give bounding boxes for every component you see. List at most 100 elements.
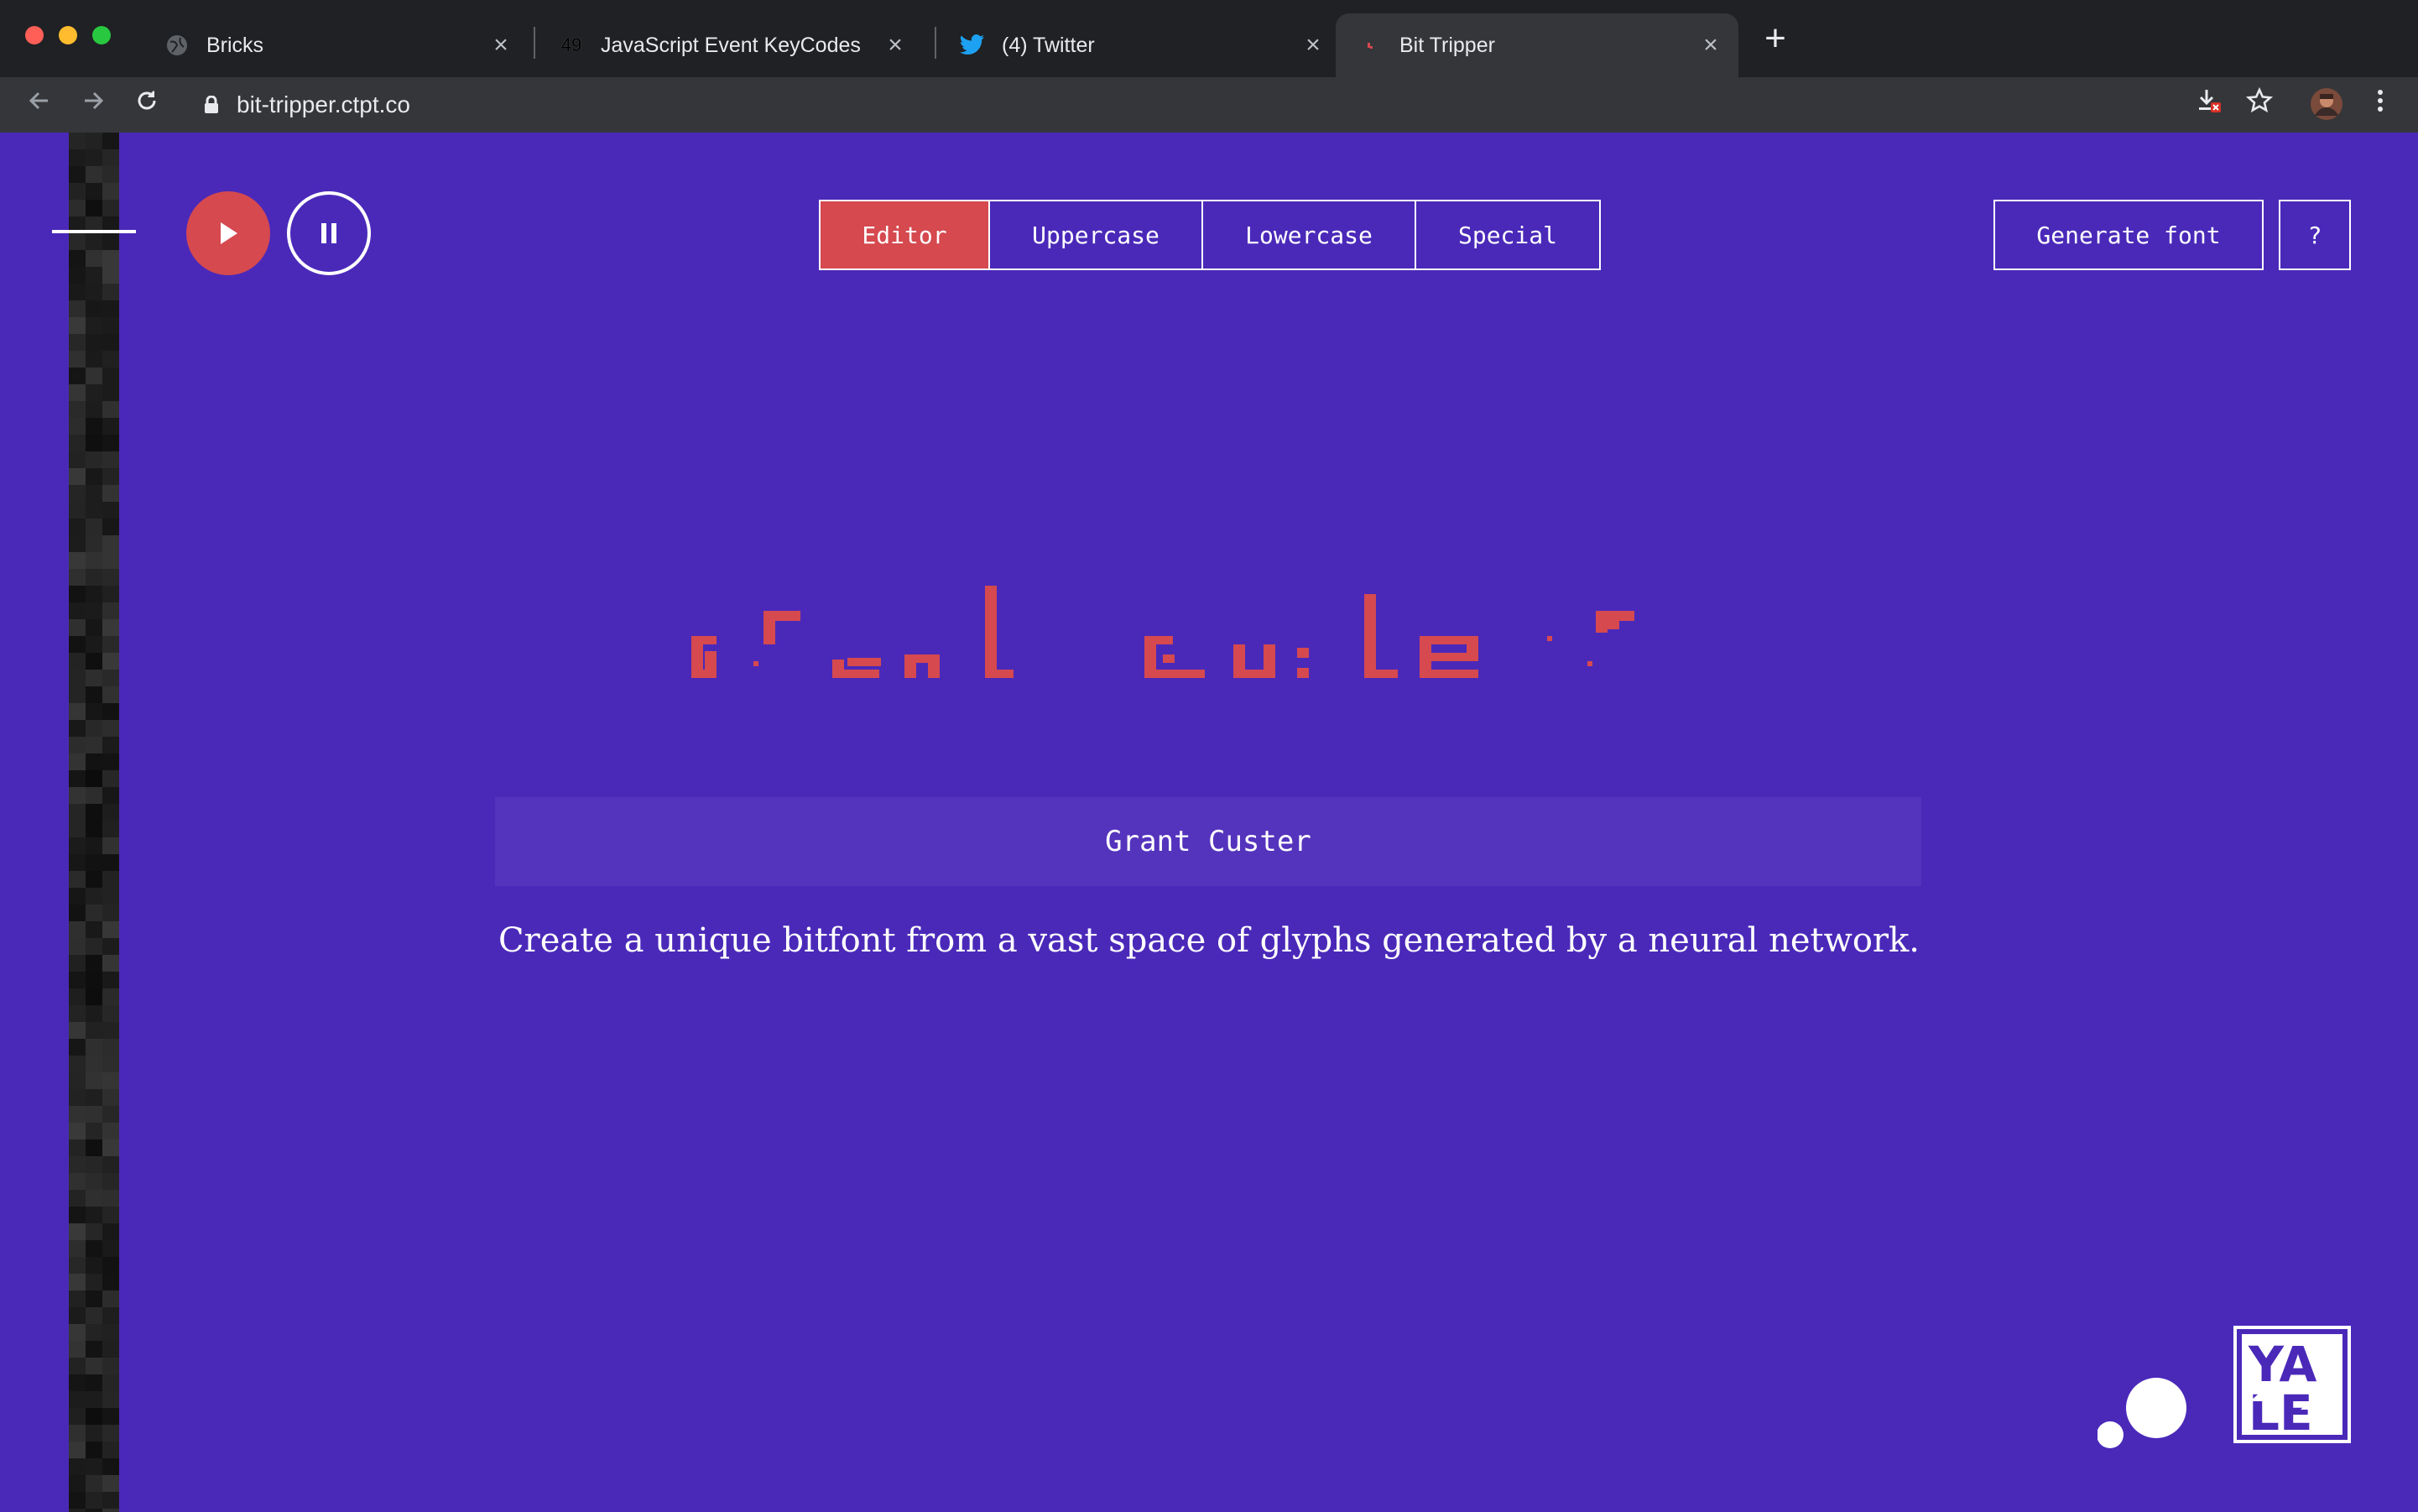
generate-font-button[interactable]: Generate font (1993, 200, 2264, 270)
strip-pixel (69, 1509, 86, 1512)
strip-pixel (102, 1022, 119, 1039)
strip-pixel (86, 1190, 102, 1207)
strip-pixel (102, 770, 119, 787)
download-blocked-icon[interactable] (2191, 87, 2227, 123)
maximize-window-button[interactable] (92, 26, 111, 44)
tagline: Create a unique bitfont from a vast spac… (498, 921, 1920, 960)
address-bar[interactable]: bit-tripper.ctpt.co (186, 84, 2351, 126)
strip-pixel (86, 1022, 102, 1039)
glyph-n (904, 654, 940, 678)
latent-space-strip[interactable] (69, 133, 119, 1512)
bookmark-star-icon[interactable] (2242, 86, 2277, 123)
strip-pixel (69, 988, 86, 1005)
strip-pixel (86, 267, 102, 284)
strip-pixel (86, 804, 102, 821)
keycode-favicon-text: 49 (560, 34, 582, 55)
strip-pixel (102, 368, 119, 384)
strip-pixel (102, 905, 119, 921)
strip-pixel (102, 619, 119, 636)
strip-pixel (69, 1223, 86, 1240)
strip-pixel (102, 686, 119, 703)
strip-pixel (86, 1123, 102, 1139)
minimize-window-button[interactable] (59, 26, 77, 44)
more-menu-icon[interactable] (2363, 87, 2398, 123)
strip-pixel (86, 1324, 102, 1341)
strip-pixel (69, 1106, 86, 1123)
progress-line (52, 230, 136, 233)
strip-pixel (102, 1458, 119, 1475)
strip-pixel (69, 602, 86, 619)
strip-pixel (86, 435, 102, 451)
strip-pixel (86, 519, 102, 535)
mode-tabs: Editor Uppercase Lowercase Special (819, 200, 1601, 270)
bit-tripper-icon (1358, 33, 1383, 58)
strip-pixel (69, 1240, 86, 1257)
strip-pixel (102, 1190, 119, 1207)
strip-pixel (102, 284, 119, 300)
strip-pixel (102, 1425, 119, 1442)
strip-pixel (69, 1039, 86, 1056)
strip-pixel (86, 133, 102, 149)
new-tab-button[interactable]: + (1760, 20, 1790, 57)
strip-pixel (69, 1139, 86, 1156)
strip-pixel (86, 368, 102, 384)
profile-avatar[interactable] (2309, 87, 2344, 123)
font-name-input[interactable] (495, 797, 1921, 886)
close-icon[interactable]: × (883, 33, 908, 58)
close-icon[interactable]: × (1698, 33, 1723, 58)
pause-button[interactable] (287, 191, 371, 275)
tab-special[interactable]: Special (1416, 201, 1599, 269)
play-button[interactable] (186, 191, 270, 275)
strip-pixel (86, 1391, 102, 1408)
strip-pixel (102, 1223, 119, 1240)
strip-pixel (69, 653, 86, 670)
tab-uppercase[interactable]: Uppercase (990, 201, 1203, 269)
strip-pixel (86, 200, 102, 216)
strip-pixel (102, 334, 119, 351)
strip-pixel (69, 871, 86, 888)
strip-pixel (69, 972, 86, 988)
strip-pixel (69, 770, 86, 787)
back-button[interactable] (22, 87, 57, 123)
strip-pixel (69, 435, 86, 451)
tab-editor[interactable]: Editor (821, 201, 990, 269)
strip-pixel (69, 787, 86, 804)
tab-bricks[interactable]: Bricks × (143, 13, 529, 77)
arrow-left-icon (29, 91, 48, 110)
strip-pixel (102, 300, 119, 317)
yale-logo-icon[interactable]: YA LE (2233, 1326, 2351, 1443)
close-icon[interactable]: × (1300, 33, 1326, 58)
keycode-icon: 49 (559, 33, 584, 58)
tab-bit-tripper[interactable]: Bit Tripper × (1336, 13, 1738, 77)
glyph-dot (1547, 636, 1552, 641)
strip-pixel (102, 804, 119, 821)
strip-pixel (86, 300, 102, 317)
strip-pixel (102, 1005, 119, 1022)
strip-pixel (86, 1072, 102, 1089)
tab-keycodes[interactable]: 49 JavaScript Event KeyCodes × (537, 13, 923, 77)
strip-pixel (86, 1039, 102, 1056)
strip-pixel (86, 753, 102, 770)
strip-pixel (69, 821, 86, 837)
forward-button[interactable] (76, 87, 111, 123)
strip-pixel (102, 1509, 119, 1512)
strip-pixel (86, 871, 102, 888)
glyph-r2 (1596, 611, 1634, 633)
strip-pixel (86, 686, 102, 703)
strip-pixel (69, 166, 86, 183)
strip-pixel (69, 1374, 86, 1391)
arrow-right-icon (85, 91, 104, 110)
strip-pixel (69, 1324, 86, 1341)
strip-pixel (102, 552, 119, 569)
strip-pixel (69, 552, 86, 569)
tab-lowercase[interactable]: Lowercase (1203, 201, 1416, 269)
reload-button[interactable] (129, 87, 164, 123)
tab-twitter[interactable]: (4) Twitter × (938, 13, 1341, 77)
close-window-button[interactable] (25, 26, 44, 44)
close-icon[interactable]: × (488, 33, 513, 58)
help-button[interactable]: ? (2279, 200, 2351, 270)
play-icon (221, 222, 237, 244)
strip-pixel (102, 1391, 119, 1408)
strip-pixel (86, 1274, 102, 1290)
ml-logo-icon[interactable] (2097, 1374, 2190, 1450)
